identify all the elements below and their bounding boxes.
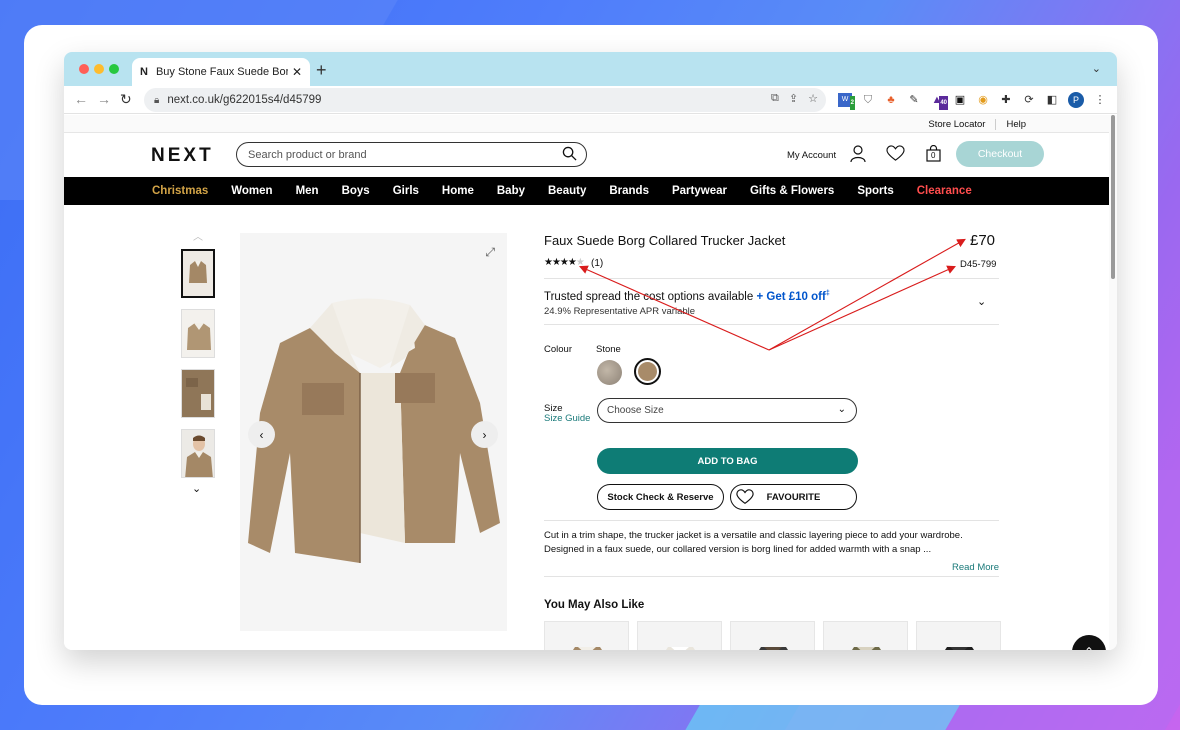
- chevron-down-icon: ⌄: [837, 404, 846, 415]
- next-logo[interactable]: NEXT: [151, 145, 214, 167]
- thumbnails-down-icon[interactable]: ⌄: [192, 482, 201, 495]
- recommended-product[interactable]: [730, 621, 815, 650]
- thumbnail-image[interactable]: [181, 249, 215, 298]
- size-guide-link[interactable]: Size Guide: [544, 413, 590, 424]
- bag-count: 0: [931, 151, 936, 160]
- nav-christmas[interactable]: Christmas: [152, 185, 208, 197]
- utility-bar: Store Locator Help: [64, 115, 1109, 133]
- web-page: Store Locator Help NEXT Search product o…: [64, 115, 1109, 650]
- divider: [544, 278, 999, 279]
- colour-swatch-stone-selected[interactable]: [634, 358, 661, 385]
- nav-men[interactable]: Men: [296, 185, 319, 197]
- nav-partywear[interactable]: Partywear: [672, 185, 727, 197]
- nav-home[interactable]: Home: [442, 185, 474, 197]
- colour-value: Stone: [596, 344, 621, 355]
- thumbnail-image[interactable]: [181, 309, 215, 358]
- recommended-product[interactable]: [637, 621, 722, 650]
- nav-baby[interactable]: Baby: [497, 185, 525, 197]
- nav-brands[interactable]: Brands: [609, 185, 649, 197]
- stock-check-button[interactable]: Stock Check & Reserve: [597, 484, 724, 510]
- nav-women[interactable]: Women: [231, 185, 272, 197]
- help-link[interactable]: Help: [995, 119, 1036, 130]
- colour-swatch[interactable]: [597, 360, 622, 385]
- back-to-top-button[interactable]: ⌃: [1072, 635, 1106, 650]
- finance-footnote-mark: ‡: [825, 290, 830, 297]
- product-price: £70: [970, 232, 996, 249]
- search-icon[interactable]: [562, 146, 577, 161]
- recommended-product[interactable]: [916, 621, 1001, 650]
- my-account-link[interactable]: My Account: [787, 150, 836, 161]
- product-title: Faux Suede Borg Collared Trucker Jacket: [544, 233, 786, 248]
- nav-boys[interactable]: Boys: [342, 185, 370, 197]
- nav-sports[interactable]: Sports: [857, 185, 893, 197]
- main-product-image[interactable]: ⤢ ‹ ›: [240, 233, 507, 631]
- viewport: Store Locator Help NEXT Search product o…: [64, 52, 1117, 650]
- page-scrollbar[interactable]: [1109, 115, 1117, 650]
- size-select-value: Choose Size: [607, 405, 664, 416]
- thumbnails-up-icon[interactable]: ︿: [193, 228, 203, 243]
- divider: [544, 520, 999, 521]
- scrollbar-thumb[interactable]: [1111, 115, 1115, 279]
- product-code: D45-799: [960, 259, 997, 270]
- search-placeholder: Search product or brand: [248, 148, 367, 161]
- divider: [544, 324, 999, 325]
- add-to-bag-button[interactable]: ADD TO BAG: [597, 448, 858, 474]
- nav-gifts-flowers[interactable]: Gifts & Flowers: [750, 185, 834, 197]
- rating-stars[interactable]: ★★★★★: [544, 257, 585, 268]
- account-icon[interactable]: [850, 145, 866, 163]
- nav-clearance[interactable]: Clearance: [917, 185, 972, 197]
- thumbnail-image[interactable]: [181, 369, 215, 418]
- heart-icon: [736, 489, 754, 505]
- finance-expand-chevron-icon[interactable]: ⌄: [977, 295, 986, 308]
- product-description: Cut in a trim shape, the trucker jacket …: [544, 530, 963, 555]
- finance-offer-link[interactable]: + Get £10 off: [756, 291, 825, 303]
- colour-label: Colour: [544, 344, 572, 355]
- divider: [544, 576, 999, 577]
- previous-image-button[interactable]: ‹: [248, 421, 275, 448]
- you-may-also-like-heading: You May Also Like: [544, 599, 645, 611]
- apr-text: 24.9% Representative APR variable: [544, 306, 696, 317]
- favourite-label: FAVOURITE: [766, 491, 821, 503]
- finance-text: Trusted spread the cost options availabl…: [544, 290, 754, 303]
- jacket-image: [248, 298, 500, 563]
- recommended-product[interactable]: [544, 621, 629, 650]
- recommended-product[interactable]: [823, 621, 908, 650]
- nav-beauty[interactable]: Beauty: [548, 185, 586, 197]
- search-input[interactable]: Search product or brand: [236, 142, 587, 167]
- store-locator-link[interactable]: Store Locator: [918, 119, 995, 130]
- review-count[interactable]: (1): [591, 258, 603, 269]
- thumbnail-image[interactable]: [181, 429, 215, 478]
- favourite-button[interactable]: FAVOURITE: [730, 484, 857, 510]
- next-image-button[interactable]: ›: [471, 421, 498, 448]
- read-more-link[interactable]: Read More: [952, 562, 999, 573]
- category-nav: Christmas Women Men Boys Girls Home Baby…: [64, 177, 1109, 205]
- size-select[interactable]: Choose Size ⌄: [597, 398, 857, 423]
- shopping-bag-icon[interactable]: 0: [926, 144, 941, 162]
- nav-girls[interactable]: Girls: [393, 185, 419, 197]
- finance-banner[interactable]: Trusted spread the cost options availabl…: [544, 290, 830, 303]
- checkout-button[interactable]: Checkout: [956, 141, 1044, 167]
- favourites-heart-icon[interactable]: [886, 145, 905, 162]
